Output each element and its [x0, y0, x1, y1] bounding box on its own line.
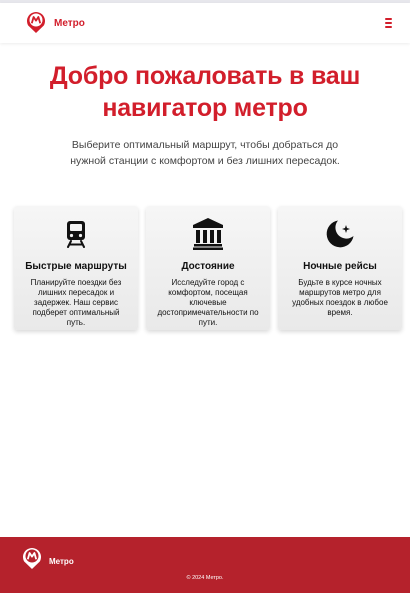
page-title: Добро пожаловать в ваш навигатор метро	[49, 62, 361, 122]
metro-logo-icon	[25, 11, 47, 35]
feature-card-heritage: Достояние Исследуйте город с комфортом, …	[146, 206, 270, 330]
metro-logo-icon	[21, 547, 43, 576]
train-icon	[14, 218, 138, 250]
landmark-icon	[146, 218, 270, 250]
feature-cards: Быстрые маршруты Планируйте поездки без …	[14, 206, 402, 330]
card-title: Ночные рейсы	[303, 261, 377, 272]
brand-name: Метро	[54, 17, 85, 29]
footer: Метро © 2024 Метро.	[0, 537, 410, 593]
card-title: Быстрые маршруты	[25, 261, 127, 272]
feature-card-night-trips: Ночные рейсы Будьте в курсе ночных маршр…	[278, 206, 402, 330]
footer-brand-link[interactable]: Метро	[21, 547, 74, 576]
copyright: © 2024 Метро.	[186, 575, 224, 581]
page: Метро Добро пожаловать в ваш навигатор м…	[0, 0, 410, 593]
hero: Добро пожаловать в ваш навигатор метро В…	[0, 60, 410, 169]
card-text: Планируйте поездки без лишних пересадок …	[30, 278, 122, 327]
header: Метро	[0, 3, 410, 43]
card-text: Исследуйте город с комфортом, посещая кл…	[157, 278, 259, 327]
footer-brand-name: Метро	[49, 557, 74, 566]
feature-card-fast-routes: Быстрые маршруты Планируйте поездки без …	[14, 206, 138, 330]
card-text: Будьте в курсе ночных маршрутов метро дл…	[292, 278, 388, 317]
card-title: Достояние	[181, 261, 235, 272]
brand-link[interactable]: Метро	[25, 11, 85, 35]
hamburger-icon[interactable]	[382, 16, 396, 30]
hero-subtitle: Выберите оптимальный маршрут, чтобы добр…	[70, 139, 340, 167]
moon-stars-icon	[278, 218, 402, 250]
